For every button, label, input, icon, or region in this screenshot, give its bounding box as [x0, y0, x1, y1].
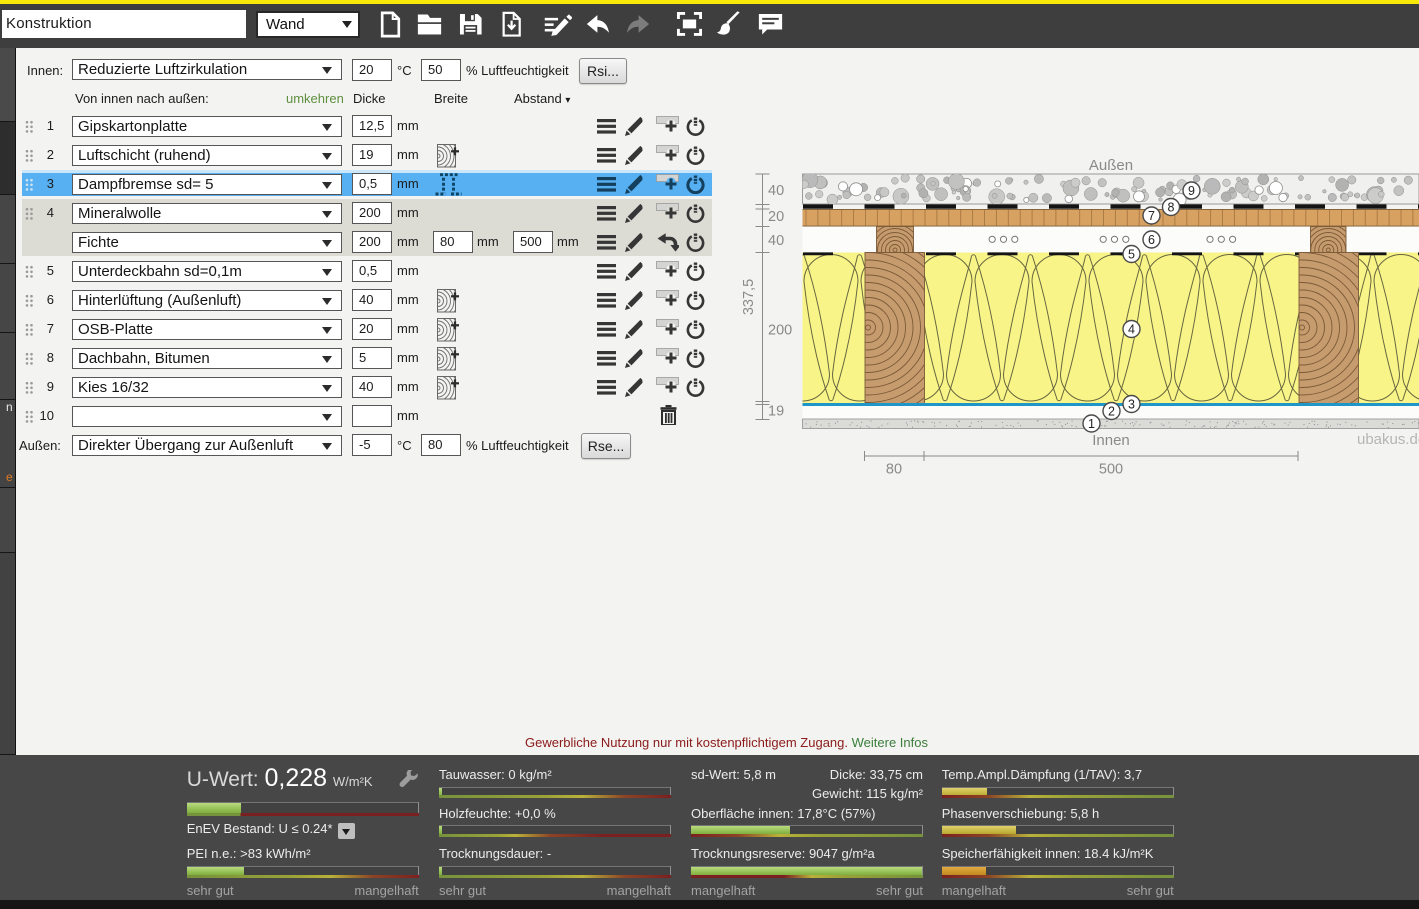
svg-text:8: 8 — [1168, 201, 1175, 215]
svg-text:200: 200 — [768, 323, 792, 339]
svg-text:1: 1 — [1088, 417, 1095, 431]
svg-text:4: 4 — [1128, 323, 1135, 337]
svg-text:6: 6 — [1148, 233, 1155, 247]
svg-text:2: 2 — [1108, 405, 1115, 419]
svg-text:40: 40 — [768, 183, 784, 199]
svg-text:40: 40 — [768, 233, 784, 249]
svg-text:3: 3 — [1128, 398, 1135, 412]
svg-text:9: 9 — [1188, 184, 1195, 198]
svg-text:Innen: Innen — [1092, 432, 1130, 449]
svg-text:337,5: 337,5 — [741, 279, 757, 315]
svg-text:5: 5 — [1128, 248, 1135, 262]
svg-text:500: 500 — [1099, 462, 1123, 478]
svg-text:19: 19 — [768, 404, 784, 420]
svg-text:80: 80 — [886, 462, 902, 478]
svg-text:20: 20 — [768, 209, 784, 225]
svg-text:7: 7 — [1148, 209, 1155, 223]
svg-text:Außen: Außen — [1089, 157, 1133, 174]
svg-text:ubakus.de: ubakus.de — [1357, 431, 1419, 448]
